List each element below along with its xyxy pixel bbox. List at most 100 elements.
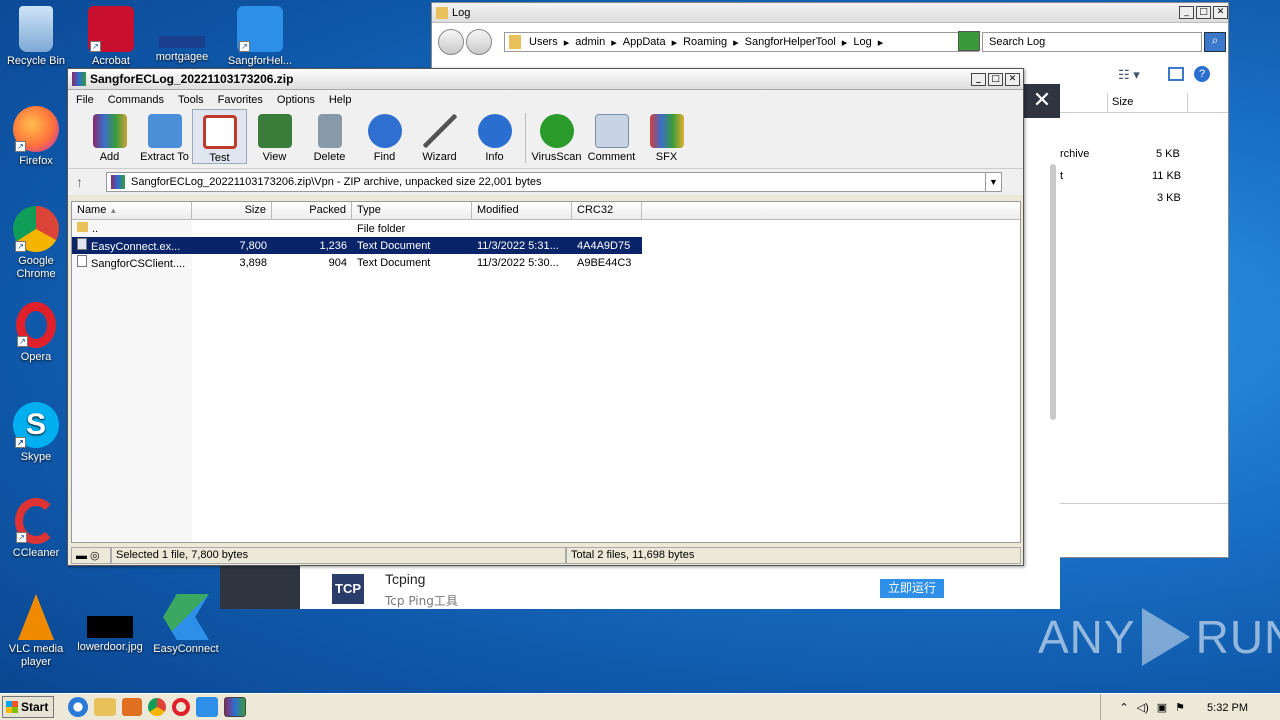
archive-path-field[interactable]: SangforECLog_20221103173206.zip\Vpn - ZI… bbox=[106, 172, 1002, 192]
ad-close-button[interactable]: ✕ bbox=[1024, 84, 1060, 118]
desktop-icon-label: Opera bbox=[20, 351, 52, 363]
chevron-down-icon[interactable]: ▼ bbox=[985, 173, 1001, 191]
breadcrumb-item[interactable]: Users bbox=[529, 36, 558, 48]
desktop-icon-skype[interactable]: S ↗ Skype bbox=[0, 402, 72, 464]
start-button[interactable]: Start bbox=[2, 696, 54, 718]
network-icon[interactable]: ▣ bbox=[1157, 701, 1167, 714]
clock[interactable]: 5:32 PM bbox=[1207, 702, 1248, 714]
maximize-button[interactable]: □ bbox=[988, 72, 1003, 86]
ad-popup-panel bbox=[1024, 84, 1060, 608]
ad-subtitle: Tcp Ping工具 bbox=[385, 594, 458, 608]
winrar-window[interactable]: SangforECLog_20221103173206.zip _ □ ✕ Fi… bbox=[67, 68, 1024, 566]
desktop-icon-sangfor[interactable]: ↗ SangforHel... bbox=[224, 6, 296, 68]
chrome-icon[interactable] bbox=[148, 698, 166, 716]
table-row[interactable]: SangforCSClient.... 3,898 904 Text Docum… bbox=[72, 254, 642, 271]
preview-pane-icon[interactable] bbox=[1168, 67, 1184, 81]
view-button[interactable]: View bbox=[247, 109, 302, 164]
table-row[interactable]: .. File folder bbox=[72, 220, 642, 237]
back-button[interactable] bbox=[438, 29, 464, 55]
close-button[interactable]: ✕ bbox=[1005, 72, 1020, 86]
file-list: Name ▲ Size Packed Type Modified CRC32 .… bbox=[71, 201, 1021, 543]
column-name[interactable]: Name ▲ bbox=[72, 202, 192, 219]
virusscan-button[interactable]: VirusScan bbox=[529, 109, 584, 164]
up-arrow-icon[interactable]: ↑ bbox=[76, 174, 106, 190]
info-button[interactable]: Info bbox=[467, 109, 522, 164]
explorer-icon[interactable] bbox=[94, 698, 116, 716]
extract-to-button[interactable]: Extract To bbox=[137, 109, 192, 164]
column-headers: Size bbox=[1060, 93, 1228, 113]
desktop-icon-label: mortgagee bbox=[155, 51, 209, 63]
breadcrumb-item[interactable]: Log bbox=[853, 36, 871, 48]
comment-icon bbox=[594, 114, 629, 148]
desktop-icon-mortgagee[interactable]: mortgagee bbox=[146, 6, 218, 64]
column-modified[interactable]: Modified bbox=[472, 202, 572, 219]
column-size[interactable]: Size bbox=[1108, 93, 1188, 112]
file-row-size: 11 KB bbox=[1152, 170, 1182, 182]
menu-favorites[interactable]: Favorites bbox=[218, 94, 263, 106]
forward-button[interactable] bbox=[466, 29, 492, 55]
comment-button[interactable]: Comment bbox=[584, 109, 639, 164]
close-button[interactable]: ✕ bbox=[1213, 6, 1228, 19]
desktop-icon-firefox[interactable]: ↗ Firefox bbox=[0, 106, 72, 168]
column-type[interactable]: Type bbox=[352, 202, 472, 219]
desktop-icon-label: Firefox bbox=[19, 155, 53, 167]
file-row-name[interactable]: t bbox=[1060, 170, 1063, 182]
file-packed: 904 bbox=[328, 256, 347, 269]
wizard-button[interactable]: Wizard bbox=[412, 109, 467, 164]
windows-logo-icon bbox=[6, 701, 18, 713]
menu-options[interactable]: Options bbox=[277, 94, 315, 106]
run-now-button[interactable]: 立即运行 bbox=[880, 579, 944, 598]
desktop-icon-opera[interactable]: ↗ Opera bbox=[0, 302, 72, 364]
view-options-icon[interactable]: ☷ ▾ bbox=[1118, 67, 1140, 83]
search-input[interactable]: Search Log bbox=[982, 32, 1202, 52]
test-button[interactable]: Test bbox=[192, 109, 247, 164]
desktop-icon-chrome[interactable]: ↗ Google Chrome bbox=[0, 206, 72, 281]
winrar-icon bbox=[72, 72, 86, 86]
breadcrumb-item[interactable]: SangforHelperTool bbox=[745, 36, 836, 48]
flag-icon[interactable]: ⚑ bbox=[1175, 701, 1185, 714]
add-button[interactable]: Add bbox=[82, 109, 137, 164]
ad-dark-panel bbox=[220, 566, 300, 609]
refresh-icon[interactable] bbox=[958, 31, 980, 51]
column-crc32[interactable]: CRC32 bbox=[572, 202, 642, 219]
desktop-icon-label: CCleaner bbox=[12, 547, 60, 559]
maximize-button[interactable]: □ bbox=[1196, 6, 1211, 19]
file-crc: A9BE44C3 bbox=[577, 256, 632, 269]
sfx-button[interactable]: SFX bbox=[639, 109, 694, 164]
desktop-icon-ccleaner[interactable]: ↗ CCleaner bbox=[0, 498, 72, 560]
delete-button[interactable]: Delete bbox=[302, 109, 357, 164]
menu-commands[interactable]: Commands bbox=[108, 94, 164, 106]
volume-icon[interactable]: ◁) bbox=[1137, 701, 1149, 714]
ie-icon[interactable] bbox=[68, 697, 88, 717]
desktop-icon-lowerdoor[interactable]: lowerdoor.jpg bbox=[74, 594, 146, 654]
menu-file[interactable]: File bbox=[76, 94, 94, 106]
desktop-icon-easyconnect[interactable]: EasyConnect bbox=[150, 594, 222, 656]
opera-icon[interactable] bbox=[172, 698, 190, 716]
breadcrumb-item[interactable]: admin bbox=[575, 36, 605, 48]
desktop-icon-recycle-bin[interactable]: Recycle Bin bbox=[0, 6, 72, 68]
find-icon bbox=[367, 114, 402, 148]
desktop-icon-acrobat[interactable]: ↗ Acrobat bbox=[75, 6, 147, 68]
breadcrumb-item[interactable]: Roaming bbox=[683, 36, 727, 48]
menu-help[interactable]: Help bbox=[329, 94, 352, 106]
minimize-button[interactable]: _ bbox=[1179, 6, 1194, 19]
table-row[interactable]: EasyConnect.ex... 7,800 1,236 Text Docum… bbox=[72, 237, 642, 254]
desktop-icon-label: Skype bbox=[20, 451, 52, 463]
breadcrumb-item[interactable]: AppData bbox=[623, 36, 666, 48]
help-icon[interactable]: ? bbox=[1194, 66, 1210, 82]
file-name: SangforCSClient.... bbox=[91, 258, 186, 270]
find-button[interactable]: Find bbox=[357, 109, 412, 164]
breadcrumb[interactable]: Users ▸ admin ▸ AppData ▸ Roaming ▸ SangforH… bbox=[504, 32, 979, 52]
scrollbar[interactable] bbox=[1050, 164, 1056, 420]
column-size[interactable]: Size bbox=[192, 202, 272, 219]
desktop-icon-vlc[interactable]: VLC media player bbox=[0, 594, 72, 669]
tray-arrow-icon[interactable]: ⌃ bbox=[1119, 701, 1128, 714]
search-icon[interactable]: ⌕ bbox=[1204, 32, 1226, 52]
column-packed[interactable]: Packed bbox=[272, 202, 352, 219]
menu-tools[interactable]: Tools bbox=[178, 94, 204, 106]
sangfor-icon[interactable] bbox=[196, 697, 218, 717]
minimize-button[interactable]: _ bbox=[971, 72, 986, 86]
winrar-icon[interactable] bbox=[224, 697, 246, 717]
media-icon[interactable] bbox=[122, 698, 142, 716]
file-row-name[interactable]: rchive bbox=[1060, 148, 1160, 160]
